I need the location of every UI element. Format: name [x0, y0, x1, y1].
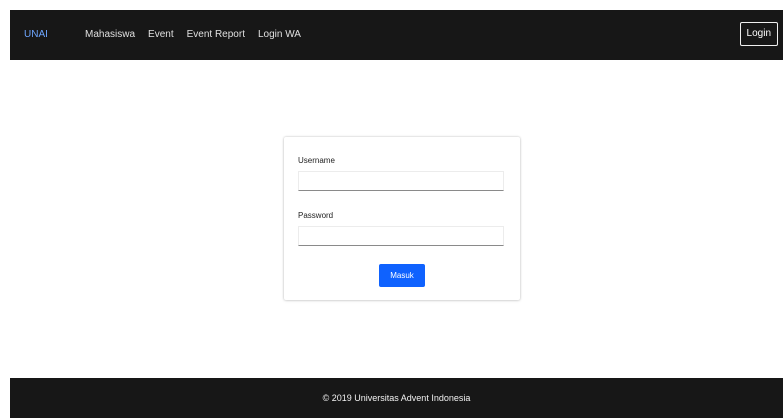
login-form-card: Username Password Masuk [284, 137, 520, 300]
main-nav: Mahasiswa Event Event Report Login WA [85, 28, 314, 42]
nav-link-login-wa[interactable]: Login WA [258, 28, 301, 42]
username-input[interactable] [298, 171, 504, 191]
footer-copyright: © 2019 Universitas Advent Indonesia [322, 393, 471, 403]
username-label: Username [298, 156, 335, 165]
page: UNAI Mahasiswa Event Event Report Login … [0, 0, 783, 418]
top-navbar: UNAI Mahasiswa Event Event Report Login … [10, 10, 783, 60]
brand-link[interactable]: UNAI [24, 28, 48, 42]
nav-link-event[interactable]: Event [148, 28, 174, 42]
nav-link-mahasiswa[interactable]: Mahasiswa [85, 28, 135, 42]
page-footer: © 2019 Universitas Advent Indonesia [10, 378, 783, 418]
nav-link-event-report[interactable]: Event Report [187, 28, 245, 42]
masuk-button[interactable]: Masuk [379, 264, 425, 287]
password-label: Password [298, 211, 334, 220]
password-input[interactable] [298, 226, 504, 246]
login-button[interactable]: Login [739, 22, 778, 46]
